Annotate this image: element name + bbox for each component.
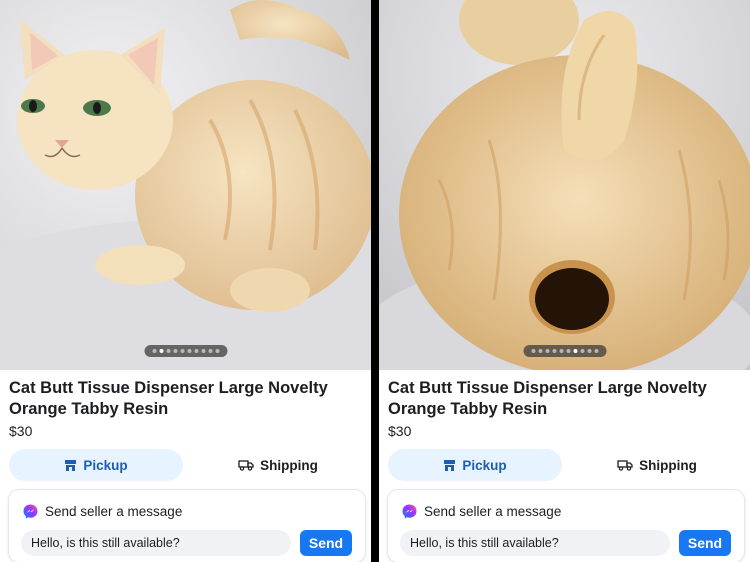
listing-panel-right: Cat Butt Tissue Dispenser Large Novelty … (379, 0, 750, 562)
truck-icon (238, 460, 254, 471)
listing-title: Cat Butt Tissue Dispenser Large Novelty … (388, 379, 707, 418)
message-input[interactable] (21, 530, 291, 556)
shipping-button[interactable]: Shipping (570, 449, 744, 481)
cat-rear-image (379, 0, 750, 370)
message-header: Send seller a message (23, 504, 182, 519)
carousel-indicator[interactable] (523, 345, 606, 357)
message-seller-box: Send seller a message Send (9, 490, 365, 562)
carousel-indicator[interactable] (144, 345, 227, 357)
delivery-options: Pickup Shipping (388, 449, 744, 481)
listing-price: $30 (388, 423, 412, 439)
message-header-text: Send seller a message (424, 504, 562, 519)
product-photo[interactable] (379, 0, 750, 370)
message-input[interactable] (400, 530, 670, 556)
shipping-label: Shipping (260, 457, 318, 473)
pickup-button[interactable]: Pickup (9, 449, 183, 481)
messenger-icon (23, 504, 38, 519)
listing-price: $30 (9, 423, 33, 439)
message-header-text: Send seller a message (45, 504, 183, 519)
pickup-button[interactable]: Pickup (388, 449, 562, 481)
store-icon (65, 459, 77, 471)
message-seller-box: Send seller a message Send (388, 490, 744, 562)
listing-title: Cat Butt Tissue Dispenser Large Novelty … (9, 379, 328, 418)
store-icon (444, 459, 456, 471)
delivery-options: Pickup Shipping (9, 449, 365, 481)
shipping-button[interactable]: Shipping (191, 449, 365, 481)
truck-icon (617, 460, 633, 471)
pickup-label: Pickup (462, 457, 507, 473)
product-photo[interactable] (0, 0, 371, 370)
shipping-label: Shipping (639, 457, 697, 473)
send-button[interactable]: Send (300, 530, 352, 556)
messenger-icon (402, 504, 417, 519)
message-header: Send seller a message (402, 504, 561, 519)
cat-front-image (0, 0, 371, 370)
listing-panel-left: Cat Butt Tissue Dispenser Large Novelty … (0, 0, 371, 562)
pickup-label: Pickup (83, 457, 128, 473)
send-button[interactable]: Send (679, 530, 731, 556)
